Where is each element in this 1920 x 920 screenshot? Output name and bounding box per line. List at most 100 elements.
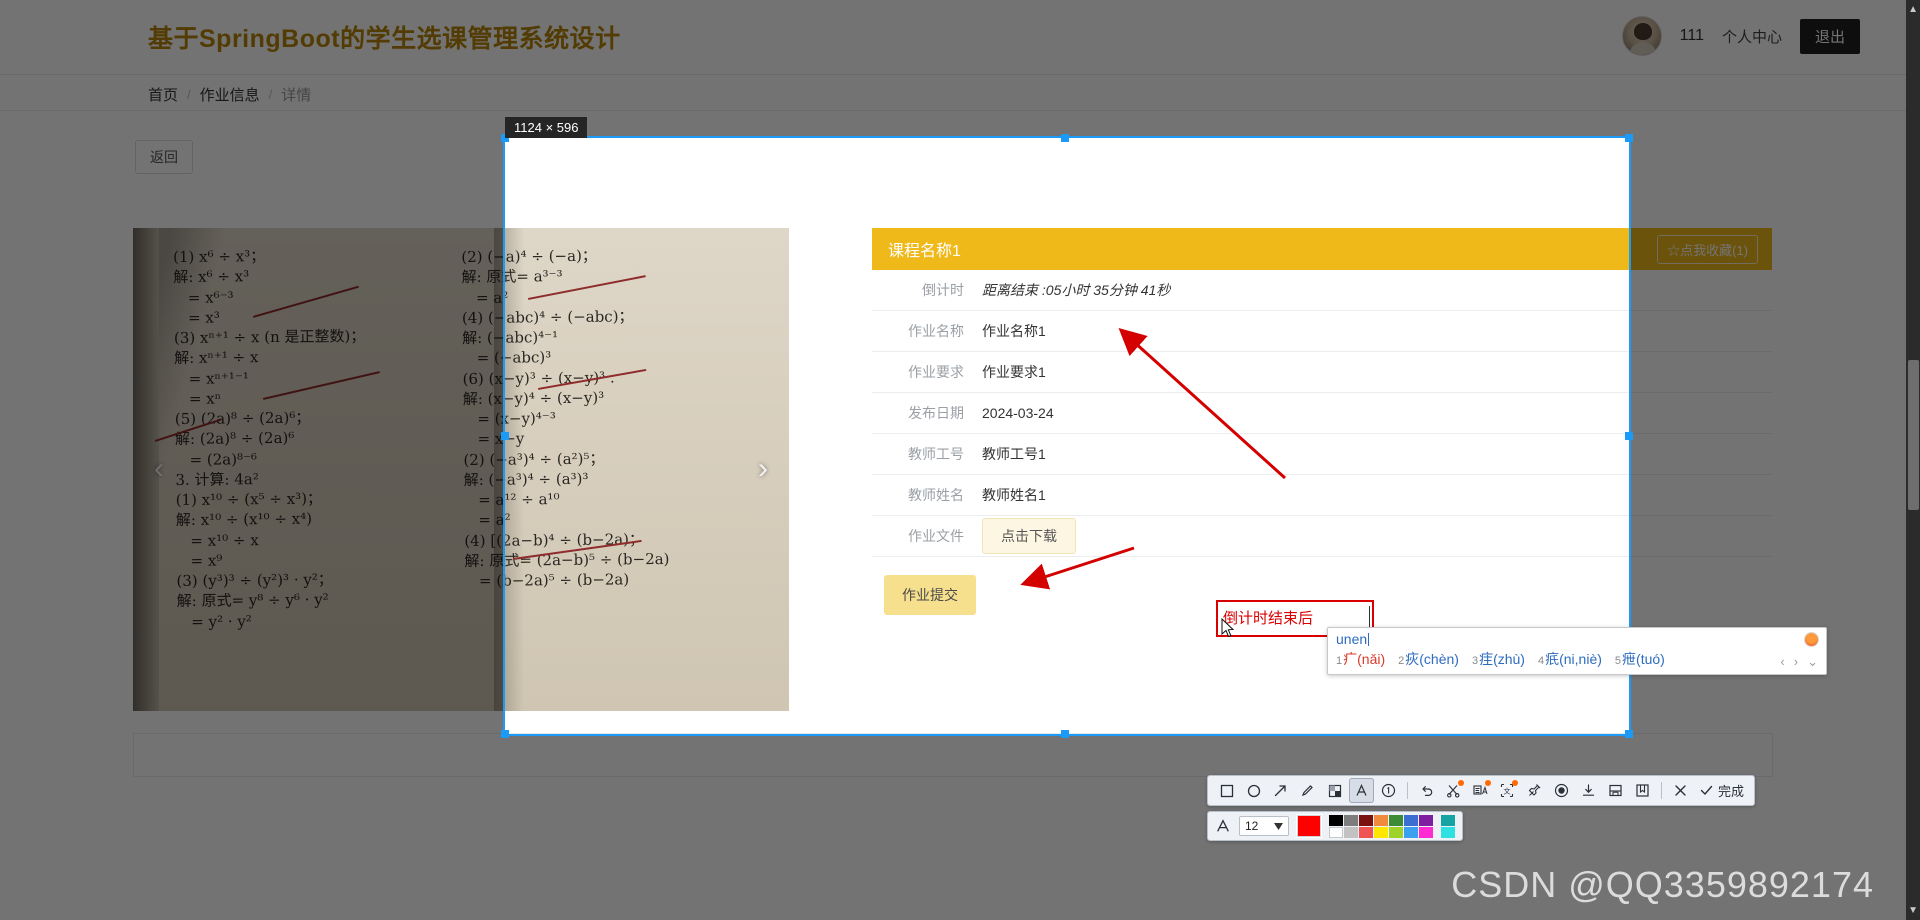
handwriting-right-col: (2) (−a)⁴ ÷ (−a)； 解: 原式= a³⁻³ = a² (4) (…	[505, 246, 670, 590]
pin-icon	[1528, 784, 1541, 796]
palette-swatch[interactable]	[1344, 814, 1358, 826]
ime-candidate-4[interactable]: 4疧(ni,niè)	[1538, 649, 1602, 669]
page-title: 基于SpringBoot的学生选课管理系统设计	[148, 25, 621, 53]
resize-handle-w[interactable]	[501, 432, 509, 440]
user-name: 111	[1679, 27, 1704, 44]
row-value: 教师工号1	[982, 446, 1046, 462]
page-prev-icon[interactable]: ‹	[1780, 654, 1784, 670]
download-file-button[interactable]: 点击下载	[982, 518, 1076, 554]
text-tool[interactable]	[1349, 778, 1374, 803]
scroll-down-icon[interactable]: ▼	[1908, 905, 1918, 916]
palette-swatch[interactable]	[1359, 814, 1373, 826]
ime-candidate-3[interactable]: 3疰(zhù)	[1472, 649, 1525, 669]
resize-handle-s[interactable]	[1061, 730, 1069, 738]
resize-handle-sw[interactable]	[501, 730, 509, 738]
resize-handle-n[interactable]	[1061, 134, 1069, 142]
confirm-capture-button[interactable]: 完成	[1695, 781, 1748, 800]
logout-button[interactable]: 退出	[1799, 18, 1860, 54]
ime-candidate-window[interactable]: unen 1疒(nǎi) 2疢(chèn) 3疰(zhù) 4疧(ni,niè)…	[1327, 627, 1827, 675]
capture-toolbar[interactable]: 文 完成	[1207, 775, 1756, 806]
letter-a-icon	[1217, 819, 1229, 832]
bookmark-button[interactable]	[1630, 778, 1655, 803]
letter-a-icon	[1356, 784, 1367, 796]
save-icon	[1609, 784, 1622, 797]
sogou-ime-icon[interactable]	[1804, 632, 1819, 647]
favorite-button[interactable]: ☆点我收藏(1)	[1657, 234, 1758, 264]
handwriting-left-col: (1) x⁶ ÷ x³； 解: x⁶ ÷ x³ = x⁶⁻³ = x³ (3) …	[173, 247, 366, 631]
user-center-link[interactable]: 个人中心	[1722, 26, 1782, 47]
palette-swatch[interactable]	[1404, 826, 1418, 838]
resize-handle-e[interactable]	[1625, 432, 1633, 440]
color-palette[interactable]	[1329, 814, 1433, 838]
download-button[interactable]	[1576, 778, 1601, 803]
pin-button[interactable]	[1522, 778, 1547, 803]
ocr-button[interactable]	[1468, 778, 1493, 803]
undo-icon	[1422, 786, 1433, 796]
ime-candidate-1[interactable]: 1疒(nǎi)	[1336, 649, 1385, 669]
palette-swatch[interactable]	[1419, 826, 1433, 838]
resize-handle-se[interactable]	[1625, 730, 1633, 738]
palette-swatch[interactable]	[1419, 814, 1433, 826]
avatar[interactable]	[1621, 16, 1662, 56]
rectangle-tool[interactable]	[1214, 778, 1239, 803]
chevron-left-icon[interactable]: ‹	[145, 453, 173, 484]
ime-candidate-list: 1疒(nǎi) 2疢(chèn) 3疰(zhù) 4疧(ni,niè) 5疶(t…	[1328, 648, 1826, 669]
serial-number-tool[interactable]	[1376, 778, 1401, 803]
page-scrollbar[interactable]: ▲ ▼	[1906, 0, 1920, 920]
font-size-select[interactable]: 12	[1239, 816, 1289, 836]
notebook-center-fold	[505, 228, 524, 711]
palette-swatch[interactable]	[1374, 814, 1388, 826]
save-button[interactable]	[1603, 778, 1628, 803]
current-color-swatch[interactable]	[1296, 814, 1322, 838]
ime-candidate-2[interactable]: 2疢(chèn)	[1398, 649, 1459, 669]
record-button[interactable]	[1549, 778, 1574, 803]
undo-button[interactable]	[1414, 778, 1439, 803]
submit-homework-button[interactable]: 作业提交	[884, 575, 976, 615]
color-palette-extra[interactable]	[1441, 814, 1455, 838]
cut-out-button[interactable]	[1441, 778, 1466, 803]
chevron-right-icon[interactable]: ›	[749, 453, 777, 484]
scrollbar-thumb[interactable]	[1908, 360, 1919, 510]
row-label: 作业名称	[908, 323, 964, 339]
palette-swatch[interactable]	[1404, 814, 1418, 826]
ime-composition-text: unen	[1336, 631, 1370, 647]
palette-swatch[interactable]	[1441, 826, 1455, 838]
detail-row-publish-date: 发布日期 2024-03-24	[872, 393, 1629, 434]
capture-style-bar[interactable]: 12	[1207, 811, 1463, 841]
breadcrumb: 首页 / 作业信息 / 详情	[148, 84, 311, 105]
detail-row-homework-file: 作业文件 点击下载	[872, 516, 1629, 557]
palette-swatch[interactable]	[1389, 826, 1403, 838]
palette-swatch[interactable]	[1344, 826, 1358, 838]
ellipse-tool[interactable]	[1241, 778, 1266, 803]
mouse-cursor-icon	[1221, 618, 1235, 638]
circled-one-icon	[1381, 783, 1396, 798]
resize-handle-ne[interactable]	[1625, 134, 1633, 142]
palette-swatch[interactable]	[1329, 826, 1343, 838]
close-x-icon	[1675, 785, 1686, 796]
translate-button[interactable]: 文	[1495, 778, 1520, 803]
palette-swatch[interactable]	[1374, 826, 1388, 838]
back-button[interactable]: 返回	[135, 140, 193, 174]
row-label: 教师工号	[908, 446, 964, 462]
page-next-icon[interactable]: ›	[1794, 654, 1798, 670]
chevron-down-icon[interactable]: ⌄	[1807, 654, 1818, 670]
palette-swatch[interactable]	[1359, 826, 1373, 838]
breadcrumb-item-homework[interactable]: 作业信息	[200, 84, 260, 105]
palette-swatch[interactable]	[1389, 814, 1403, 826]
detail-row-requirement: 作业要求 作业要求1	[872, 352, 1629, 393]
arrow-tool[interactable]	[1268, 778, 1293, 803]
palette-swatch[interactable]	[1329, 814, 1343, 826]
scroll-up-icon[interactable]: ▲	[1908, 4, 1918, 15]
mosaic-tool[interactable]	[1322, 778, 1347, 803]
breadcrumb-item-home[interactable]: 首页	[148, 84, 178, 105]
pen-tool[interactable]	[1295, 778, 1320, 803]
palette-swatch[interactable]	[1441, 814, 1455, 826]
confirm-capture-label: 完成	[1718, 784, 1745, 799]
detail-row-homework-name: 作业名称 作业名称1	[872, 311, 1629, 352]
ime-candidate-5[interactable]: 5疶(tuó)	[1615, 649, 1665, 669]
mosaic-icon	[1328, 784, 1341, 797]
detail-row-countdown: 倒计时 距离结束 :05小时 35分钟 41秒	[872, 270, 1629, 311]
new-badge	[1512, 780, 1518, 786]
cancel-capture-button[interactable]	[1668, 778, 1693, 803]
homework-image-carousel[interactable]: (1) x⁶ ÷ x³； 解: x⁶ ÷ x³ = x⁶⁻³ = x³ (3) …	[505, 228, 789, 711]
